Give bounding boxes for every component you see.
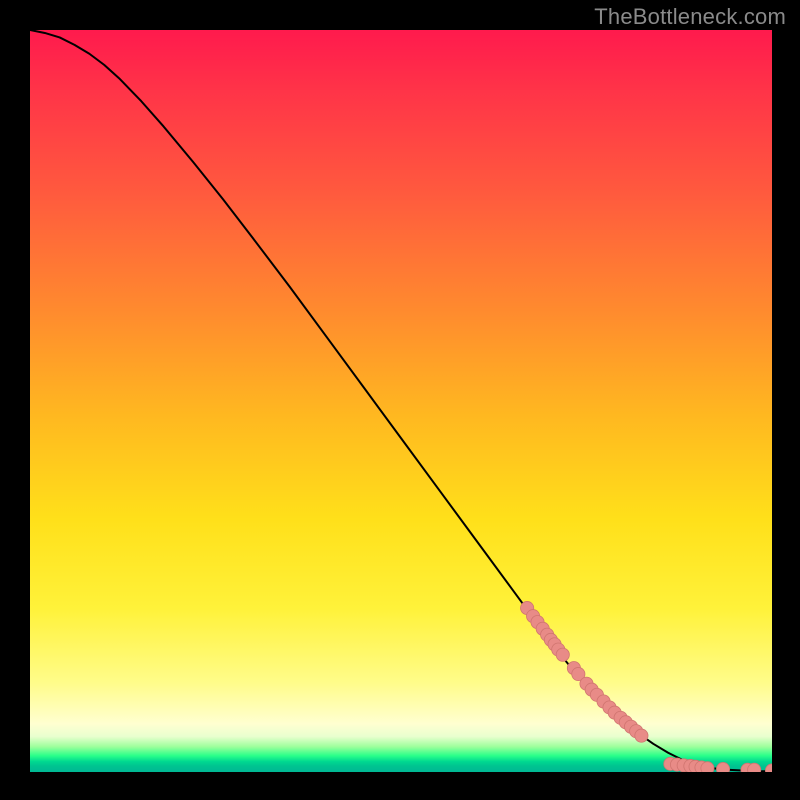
chart-frame: TheBottleneck.com xyxy=(0,0,800,800)
data-point xyxy=(635,729,648,742)
data-point xyxy=(716,762,729,772)
chart-svg xyxy=(30,30,772,772)
data-point xyxy=(701,762,714,772)
data-point xyxy=(765,764,772,772)
plot-area xyxy=(30,30,772,772)
curve-line xyxy=(30,30,772,771)
data-point xyxy=(556,648,569,661)
watermark-text: TheBottleneck.com xyxy=(594,4,786,30)
